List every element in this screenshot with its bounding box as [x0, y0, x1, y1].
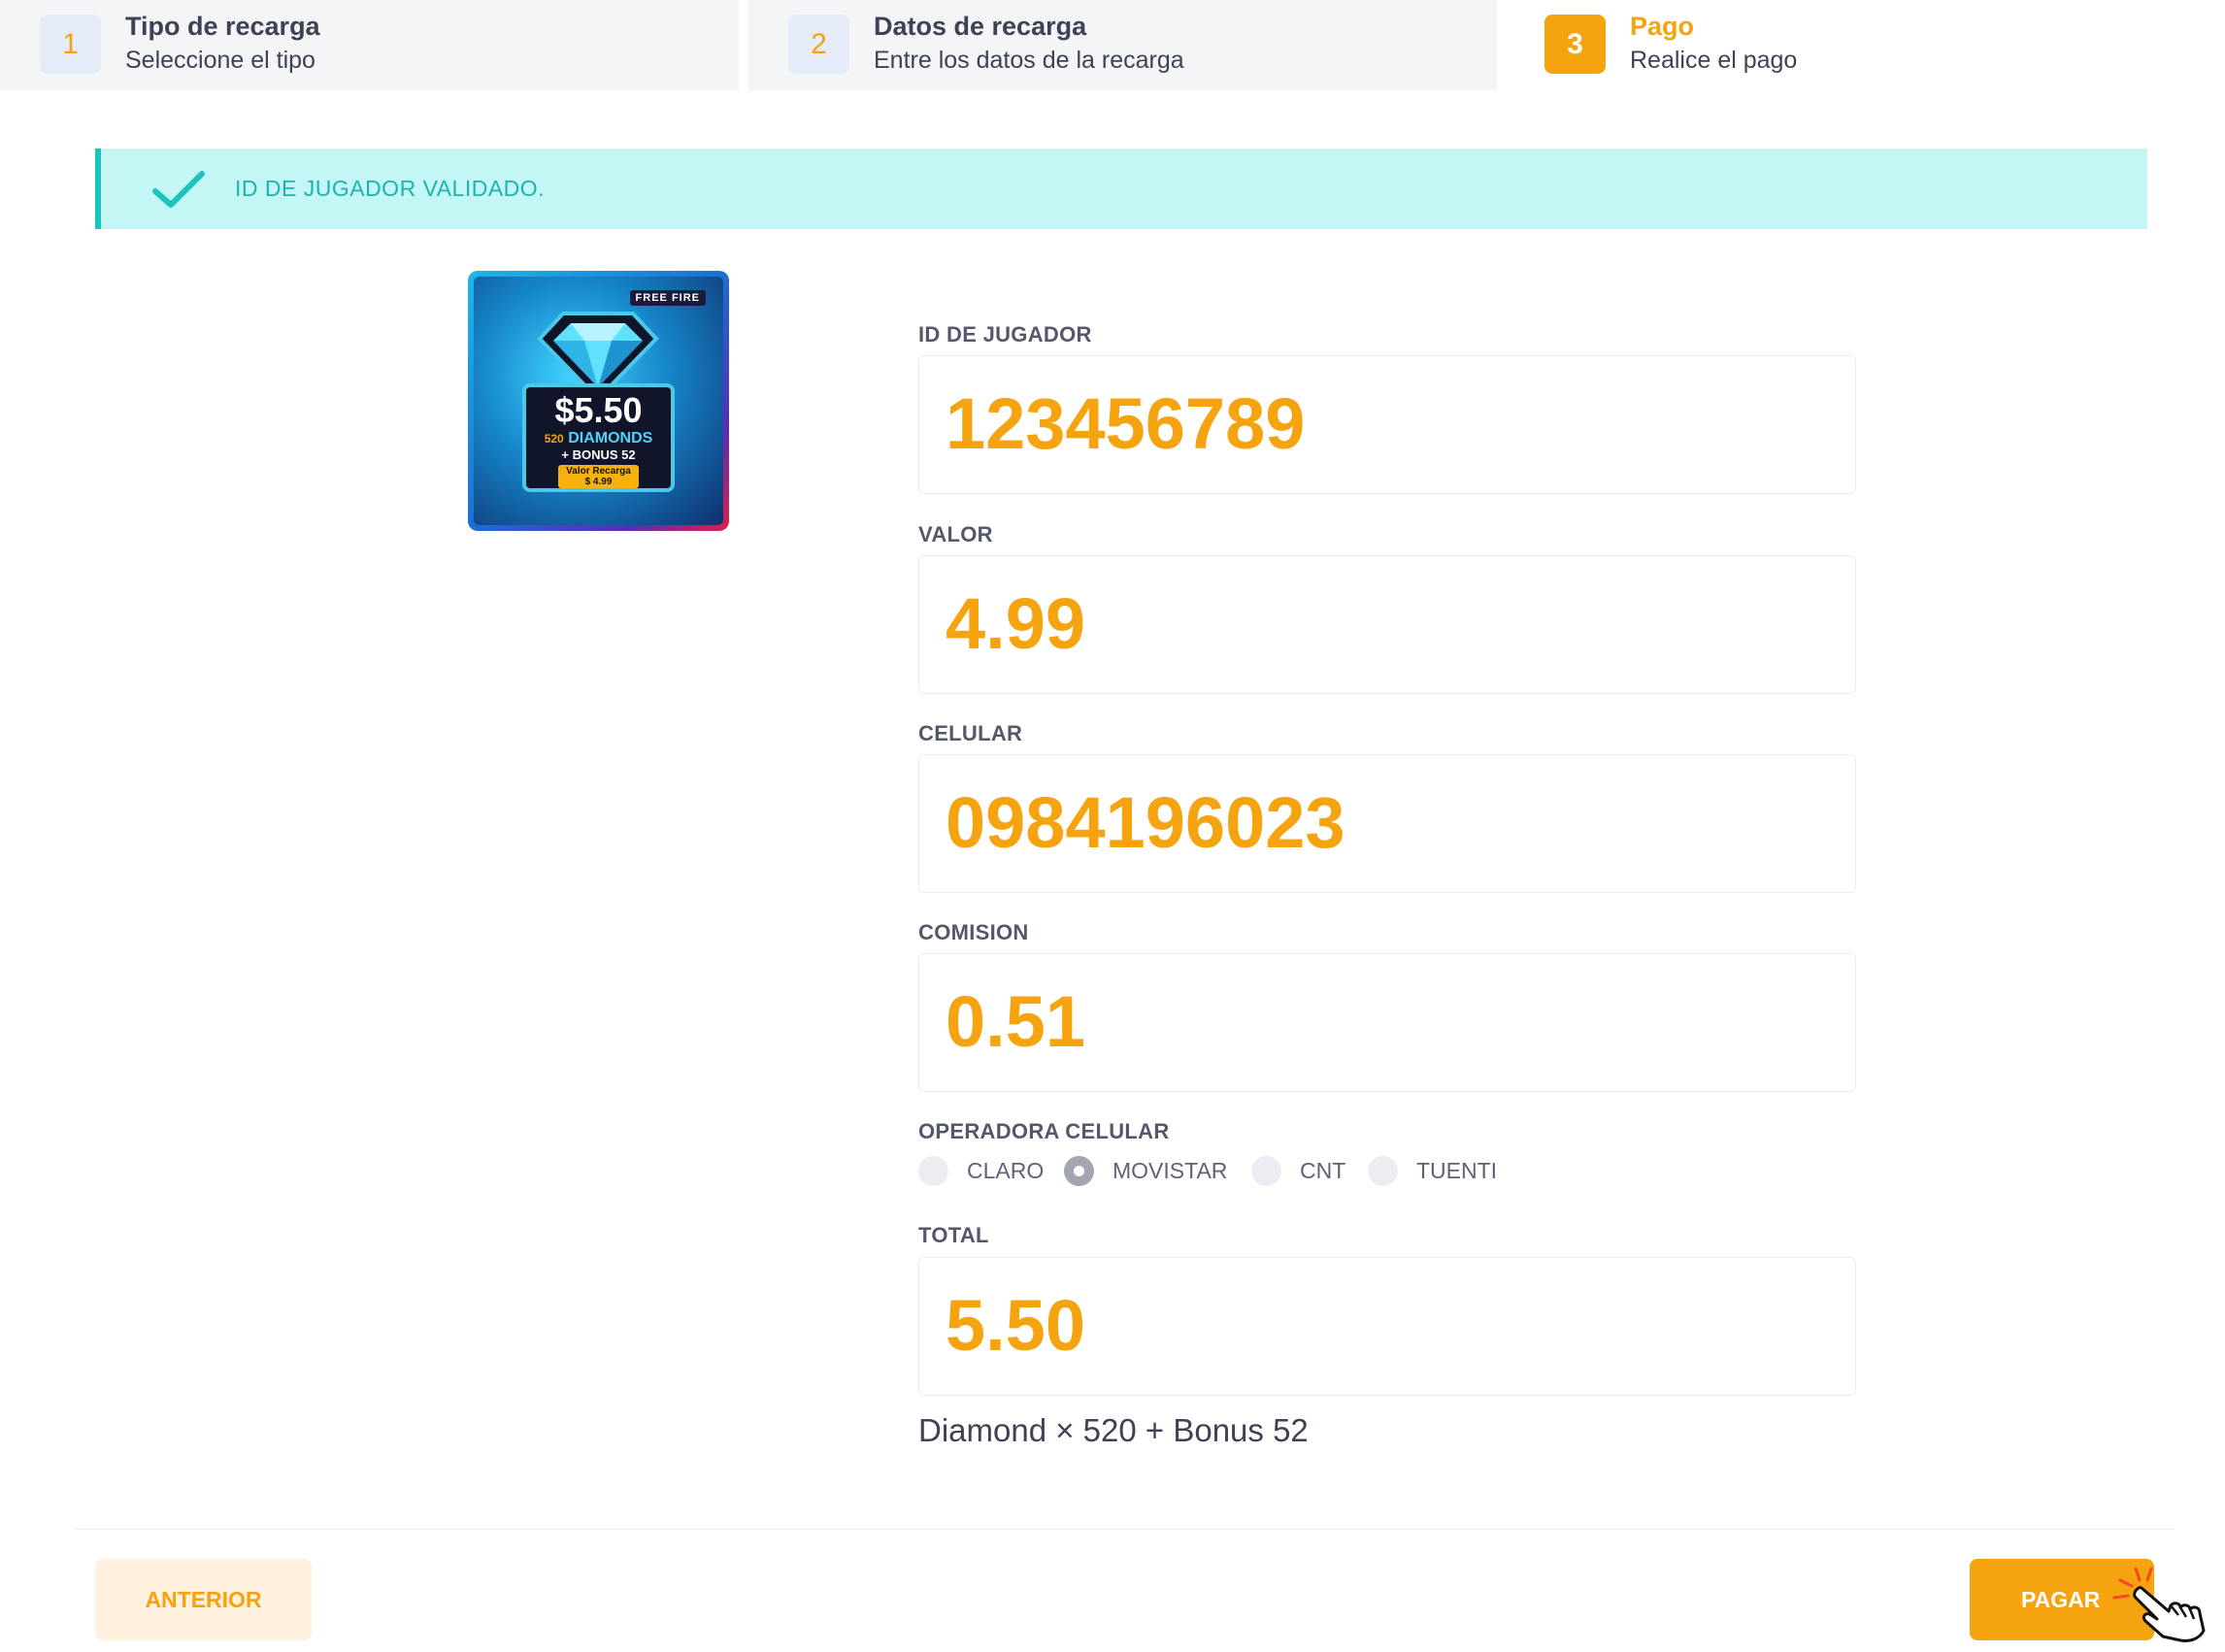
- order-summary: Diamond × 520 + Bonus 52: [918, 1412, 1309, 1448]
- valor-value: 4.99: [946, 583, 1086, 664]
- radio-label: CLARO: [967, 1158, 1045, 1183]
- product-price: $5.50: [554, 390, 643, 430]
- total-value: 5.50: [946, 1285, 1086, 1366]
- step-number: 1: [40, 15, 101, 74]
- radio-circle[interactable]: [1251, 1156, 1281, 1186]
- product-diamonds-count: 520: [544, 432, 564, 446]
- previous-button[interactable]: ANTERIOR: [95, 1559, 312, 1640]
- player-id-label: ID DE JUGADOR: [918, 322, 1092, 347]
- operadora-radio-group: CLARO MOVISTAR CNT TUENTI: [918, 1154, 1598, 1189]
- radio-label: MOVISTAR: [1112, 1158, 1228, 1183]
- validation-alert: ID DE JUGADOR VALIDADO.: [95, 149, 2147, 229]
- comision-label: COMISION: [918, 920, 1029, 944]
- step-subtitle: Seleccione el tipo: [125, 47, 315, 74]
- radio-circle[interactable]: [918, 1156, 948, 1186]
- product-image: FREE FIRE $5.50 520 DIAMONDS + BONUS 52 …: [468, 271, 729, 531]
- hand-pointer-icon: [2112, 1567, 2206, 1642]
- product-tag: Valor Recarga $ 4.99: [558, 465, 639, 488]
- radio-circle[interactable]: [1064, 1156, 1094, 1186]
- product-diamonds: 520 DIAMONDS: [526, 430, 671, 447]
- player-id-value: 123456789: [946, 383, 1306, 464]
- step-number: 2: [788, 15, 849, 74]
- valor-label: VALOR: [918, 522, 993, 546]
- total-label: TOTAL: [918, 1223, 989, 1247]
- product-tag-value: $ 4.99: [584, 477, 613, 487]
- step-title: Datos de recarga: [874, 12, 1087, 41]
- step-title: Pago: [1630, 12, 1695, 41]
- product-tag-label: Valor Recarga: [566, 466, 631, 477]
- check-icon: [152, 171, 205, 208]
- player-id-field[interactable]: 123456789: [918, 355, 1856, 494]
- comision-field[interactable]: 0.51: [918, 953, 1856, 1092]
- product-artwork: FREE FIRE $5.50 520 DIAMONDS + BONUS 52 …: [474, 277, 723, 525]
- comision-value: 0.51: [946, 981, 1086, 1062]
- product-bonus: + BONUS 52: [561, 447, 636, 462]
- total-field[interactable]: 5.50: [918, 1257, 1856, 1396]
- radio-label: TUENTI: [1416, 1158, 1498, 1183]
- brand-logo: FREE FIRE: [629, 290, 706, 306]
- alert-text: ID DE JUGADOR VALIDADO.: [235, 176, 546, 201]
- valor-field[interactable]: 4.99: [918, 555, 1856, 694]
- operadora-label: OPERADORA CELULAR: [918, 1119, 1170, 1143]
- radio-circle[interactable]: [1368, 1156, 1398, 1186]
- wizard-stepper: 1 Tipo de recarga Seleccione el tipo 2 D…: [0, 0, 2225, 90]
- step-number: 3: [1544, 15, 1606, 74]
- celular-label: CELULAR: [918, 721, 1023, 745]
- radio-label: CNT: [1300, 1158, 1346, 1183]
- celular-value: 0984196023: [946, 782, 1345, 863]
- step-datos-de-recarga[interactable]: 2 Datos de recarga Entre los datos de la…: [748, 0, 1497, 90]
- step-subtitle: Entre los datos de la recarga: [874, 47, 1184, 74]
- step-title: Tipo de recarga: [125, 12, 320, 41]
- celular-field[interactable]: 0984196023: [918, 754, 1856, 893]
- product-price-panel: $5.50 520 DIAMONDS + BONUS 52 Valor Reca…: [522, 383, 675, 492]
- step-tipo-de-recarga[interactable]: 1 Tipo de recarga Seleccione el tipo: [0, 0, 739, 90]
- footer-divider: [75, 1529, 2175, 1530]
- step-subtitle: Realice el pago: [1630, 47, 1798, 74]
- step-pago[interactable]: 3 Pago Realice el pago: [1505, 0, 2225, 90]
- product-diamonds-label: DIAMONDS: [568, 430, 653, 446]
